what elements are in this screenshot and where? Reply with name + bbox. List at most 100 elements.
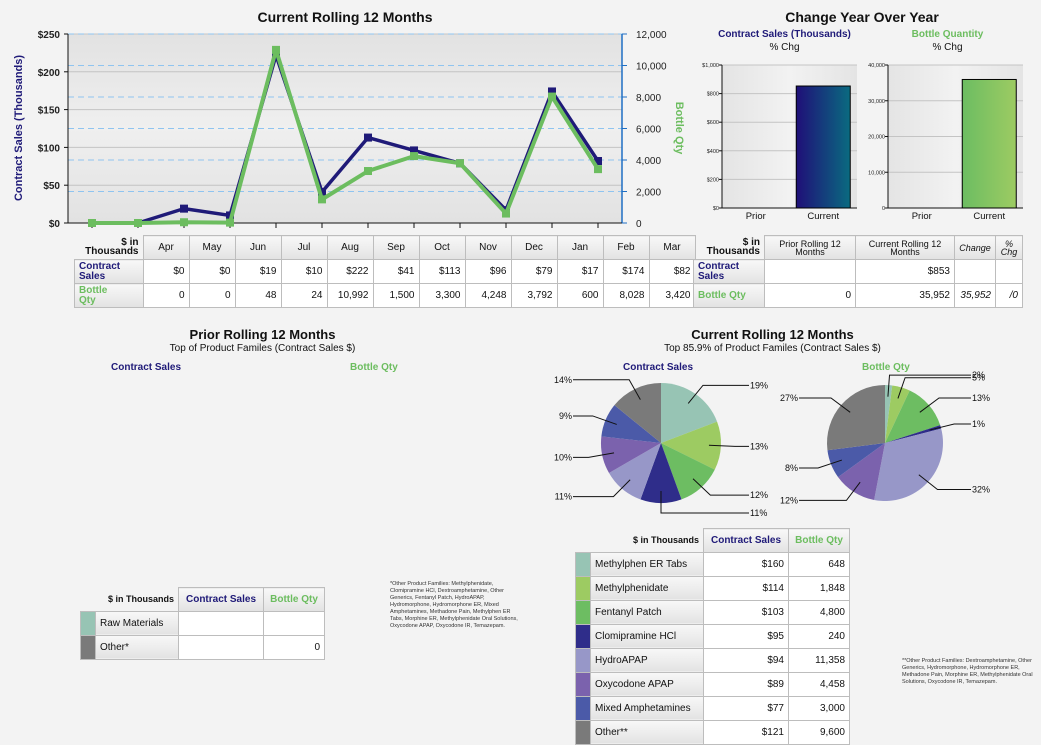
- y-tick-label: 40,000: [868, 63, 885, 69]
- month-header: Jun: [234, 235, 282, 260]
- month-header: Apr: [142, 235, 190, 260]
- yoy-cell: 35,952: [855, 283, 955, 308]
- yoy-qty-title: Bottle Quantity: [911, 29, 984, 40]
- product-family-label: Oxycodone APAP: [590, 671, 704, 697]
- color-swatch: [575, 647, 591, 673]
- data-point: [502, 209, 510, 218]
- legend-cell: $160: [703, 551, 789, 577]
- legend-row: HydroAPAP $94 11,358: [575, 647, 850, 673]
- month-header: Jan: [556, 235, 604, 260]
- y-tick-label: $200: [38, 68, 61, 79]
- product-family-label: Mixed Amphetamines: [590, 695, 704, 721]
- legend-row: Fentanyl Patch $103 4,800: [575, 599, 850, 625]
- pie-data-label: 11%: [750, 508, 767, 518]
- product-family-label: HydroAPAP: [590, 647, 704, 673]
- pie-data-label: 32%: [972, 485, 990, 495]
- legend-cell: 1,848: [788, 575, 850, 601]
- color-swatch: [575, 695, 591, 721]
- month-cell: 0: [142, 283, 190, 308]
- yoy-cell: [954, 259, 996, 284]
- y-tick-label: $150: [38, 106, 61, 117]
- month-cell: $0: [188, 259, 236, 284]
- month-header: Mar: [648, 235, 696, 260]
- yoy-row-contract-sales: Contract Sales: [693, 259, 765, 284]
- yoy-cell: /0: [995, 283, 1023, 308]
- legend-cell: [178, 610, 264, 636]
- prior-table: $ in Thousands Contract Sales Bottle Qty…: [80, 587, 325, 660]
- legend-cell: 4,458: [788, 671, 850, 697]
- y-tick-label: $50: [43, 181, 60, 192]
- legend-row: Oxycodone APAP $89 4,458: [575, 671, 850, 697]
- pie-slice: [827, 385, 885, 451]
- legend-cell: 9,600: [788, 719, 850, 745]
- data-point: [88, 219, 96, 227]
- pie-data-label: 13%: [750, 441, 768, 451]
- legend-cell: 648: [788, 551, 850, 577]
- legend-row: Clomipramine HCl $95 240: [575, 623, 850, 649]
- y2-tick-label: 4,000: [636, 156, 661, 167]
- data-point: [226, 218, 234, 227]
- pie-data-label: 9%: [559, 411, 572, 421]
- month-cell: $17: [556, 259, 604, 284]
- yoy-cell: [764, 259, 856, 284]
- yoy-qty-pct-label: % Chg: [932, 42, 963, 53]
- month-cell: $79: [510, 259, 558, 284]
- month-header: Dec: [510, 235, 558, 260]
- y-tick-label: $0: [713, 206, 719, 212]
- y-tick-label: $0: [49, 219, 61, 230]
- prior-col-qty: Bottle Qty: [263, 587, 325, 612]
- color-swatch: [575, 599, 591, 625]
- legend-cell: $121: [703, 719, 789, 745]
- pie-data-label: 5%: [972, 373, 985, 383]
- col-change: Change: [954, 235, 996, 260]
- legend-cell: $114: [703, 575, 789, 601]
- month-cell: $96: [464, 259, 512, 284]
- bar-current: [795, 85, 851, 209]
- legend-row: Methylphenidate $114 1,848: [575, 575, 850, 601]
- data-point: [594, 165, 602, 174]
- product-family-label: Fentanyl Patch: [590, 599, 704, 625]
- legend-cell: 3,000: [788, 695, 850, 721]
- legend-cell: [263, 610, 325, 636]
- data-point: [456, 159, 464, 168]
- y-tick-label: $200: [707, 177, 719, 183]
- month-cell: $19: [234, 259, 282, 284]
- data-point: [134, 219, 142, 227]
- yoy-cell: 35,952: [954, 283, 996, 308]
- y-tick-label: 10,000: [868, 170, 885, 176]
- month-cell: 0: [188, 283, 236, 308]
- row-label-contract-sales: Contract Sales: [74, 259, 144, 284]
- y2-tick-label: 8,000: [636, 93, 661, 104]
- month-cell: $174: [602, 259, 650, 284]
- current-table: $ in Thousands Contract Sales Bottle Qty…: [575, 528, 850, 745]
- month-cell: 24: [280, 283, 328, 308]
- month-cell: 48: [234, 283, 282, 308]
- month-header: Sep: [372, 235, 420, 260]
- x-tick-label: Prior: [912, 211, 932, 222]
- x-tick-label: Current: [807, 211, 839, 222]
- month-header: Oct: [418, 235, 466, 260]
- month-cell: $113: [418, 259, 466, 284]
- color-swatch: [575, 551, 591, 577]
- legend-cell: $95: [703, 623, 789, 649]
- month-cell: 4,248: [464, 283, 512, 308]
- yoy-title: Change Year Over Year: [785, 9, 939, 25]
- current-pie-charts: 19%13%12%11%11%10%9%14% 2%5%13%1%32%12%8%…: [554, 370, 990, 518]
- legend-row: Methylphen ER Tabs $160 648: [575, 551, 850, 577]
- pie-data-label: 8%: [785, 463, 798, 473]
- monthly-table: $ in Thousands Apr May Jun Jul Aug Sep Oct Nov De…: [74, 235, 696, 308]
- pie-data-label: 13%: [972, 393, 990, 403]
- legend-cell: [178, 634, 264, 660]
- pie-data-label: 14%: [554, 375, 572, 385]
- prior-footnote: *Other Product Families: Methylphenidate…: [390, 581, 518, 629]
- current-col-qty: Bottle Qty: [788, 528, 850, 553]
- current-footnote: **Other Product Families: Dextroamphetam…: [902, 658, 1033, 685]
- pie-data-label: 12%: [750, 490, 768, 500]
- month-cell: 3,420: [648, 283, 696, 308]
- month-cell: 1,500: [372, 283, 420, 308]
- legend-row: Other* 0: [80, 634, 325, 660]
- y2-tick-label: 12,000: [636, 30, 667, 41]
- current-col-sales: Contract Sales: [703, 528, 789, 553]
- legend-cell: $89: [703, 671, 789, 697]
- y2-tick-label: 6,000: [636, 125, 661, 136]
